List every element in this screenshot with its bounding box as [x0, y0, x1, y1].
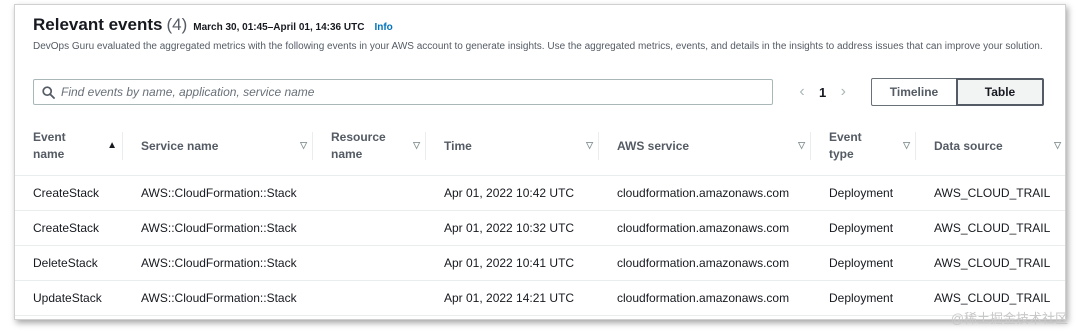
table-row[interactable]: DeleteStack AWS::CloudFormation::Stack A… [15, 245, 1065, 281]
cell-event-name: CreateStack [15, 175, 123, 211]
column-event-name[interactable]: Event name ▲ [15, 117, 123, 176]
panel-header: Relevant events (4) March 30, 01:45–Apri… [33, 15, 1049, 53]
column-data-source[interactable]: Data source ▽ [916, 117, 1065, 176]
date-range: March 30, 01:45–April 01, 14:36 UTC [193, 22, 365, 33]
table-row[interactable]: CreateStack AWS::CloudFormation::Stack A… [15, 210, 1065, 246]
column-label: Event [33, 129, 66, 144]
cell-aws-service: cloudformation.amazonaws.com [599, 210, 811, 246]
table-toolbar: ‹ 1 › Timeline Table [33, 78, 1049, 106]
sort-caret-down-icon[interactable]: ▽ [586, 140, 593, 151]
relevant-events-panel: Relevant events (4) March 30, 01:45–Apri… [14, 4, 1066, 320]
cell-event-type: Deployment [811, 280, 916, 316]
info-link[interactable]: Info [374, 22, 392, 33]
cell-aws-service: cloudformation.amazonaws.com [599, 280, 811, 316]
cell-resource-name [313, 175, 426, 211]
column-resource-name[interactable]: Resource name ▽ [313, 117, 426, 176]
table-row[interactable]: UpdateStack AWS::CloudFormation::Stack A… [15, 280, 1065, 316]
column-label: Service name [141, 138, 219, 153]
column-time[interactable]: Time ▽ [426, 117, 599, 176]
cell-resource-name [313, 245, 426, 281]
cell-time: Apr 01, 2022 14:21 UTC [426, 280, 599, 316]
column-label: Time [444, 138, 472, 153]
view-toggle: Timeline Table [871, 78, 1044, 106]
sort-caret-down-icon[interactable]: ▽ [413, 140, 420, 151]
column-service-name[interactable]: Service name ▽ [123, 117, 313, 176]
cell-data-source: AWS_CLOUD_TRAIL [916, 245, 1065, 281]
cell-aws-service: cloudformation.amazonaws.com [599, 245, 811, 281]
table-row[interactable]: CreateStack AWS::CloudFormation::Stack A… [15, 175, 1065, 211]
watermark: @稀土掘金技术社区 [950, 311, 1068, 326]
title-row: Relevant events (4) March 30, 01:45–Apri… [33, 15, 1049, 35]
table-button[interactable]: Table [956, 78, 1044, 106]
cell-service-name: AWS::CloudFormation::Stack [123, 175, 313, 211]
search-input[interactable] [61, 85, 751, 99]
cell-data-source: AWS_CLOUD_TRAIL [916, 175, 1065, 211]
sort-ascending-icon[interactable]: ▲ [107, 140, 117, 151]
column-aws-service[interactable]: AWS service ▽ [599, 117, 811, 176]
timeline-button[interactable]: Timeline [871, 78, 957, 106]
cell-event-name: CreateStack [15, 210, 123, 246]
event-count: (4) [166, 15, 188, 34]
cell-event-name: UpdateStack [15, 280, 123, 316]
cell-time: Apr 01, 2022 10:41 UTC [426, 245, 599, 281]
table-header-row: Event name ▲ Service name ▽ Resource name [15, 117, 1065, 176]
pagination: ‹ 1 › [795, 78, 850, 106]
cell-resource-name [313, 210, 426, 246]
current-page[interactable]: 1 [819, 85, 826, 100]
column-label: Event [829, 129, 862, 144]
column-label: name [331, 146, 363, 161]
panel-title: Relevant events [33, 15, 163, 34]
cell-event-type: Deployment [811, 245, 916, 281]
column-label: Resource [331, 129, 386, 144]
sort-caret-down-icon[interactable]: ▽ [903, 140, 910, 151]
column-label: name [33, 146, 65, 161]
cell-aws-service: cloudformation.amazonaws.com [599, 175, 811, 211]
column-label: type [829, 146, 854, 161]
cell-service-name: AWS::CloudFormation::Stack [123, 280, 313, 316]
search-icon [42, 85, 55, 99]
cell-data-source: AWS_CLOUD_TRAIL [916, 210, 1065, 246]
column-label: Data source [934, 138, 1003, 153]
cell-service-name: AWS::CloudFormation::Stack [123, 245, 313, 281]
sort-caret-down-icon[interactable]: ▽ [1054, 140, 1061, 151]
panel-description: DevOps Guru evaluated the aggregated met… [33, 41, 1043, 52]
cell-time: Apr 01, 2022 10:32 UTC [426, 210, 599, 246]
cell-event-type: Deployment [811, 175, 916, 211]
cell-resource-name [313, 280, 426, 316]
column-event-type[interactable]: Event type ▽ [811, 117, 916, 176]
search-box[interactable] [33, 79, 773, 105]
cell-event-type: Deployment [811, 210, 916, 246]
cell-event-name: DeleteStack [15, 245, 123, 281]
cell-time: Apr 01, 2022 10:42 UTC [426, 175, 599, 211]
column-label: AWS service [617, 138, 690, 153]
events-table: Event name ▲ Service name ▽ Resource name [15, 117, 1065, 316]
sort-caret-down-icon[interactable]: ▽ [300, 140, 307, 151]
chevron-right-icon[interactable]: › [836, 83, 850, 101]
sort-caret-down-icon[interactable]: ▽ [798, 140, 805, 151]
cell-service-name: AWS::CloudFormation::Stack [123, 210, 313, 246]
chevron-left-icon[interactable]: ‹ [795, 83, 809, 101]
